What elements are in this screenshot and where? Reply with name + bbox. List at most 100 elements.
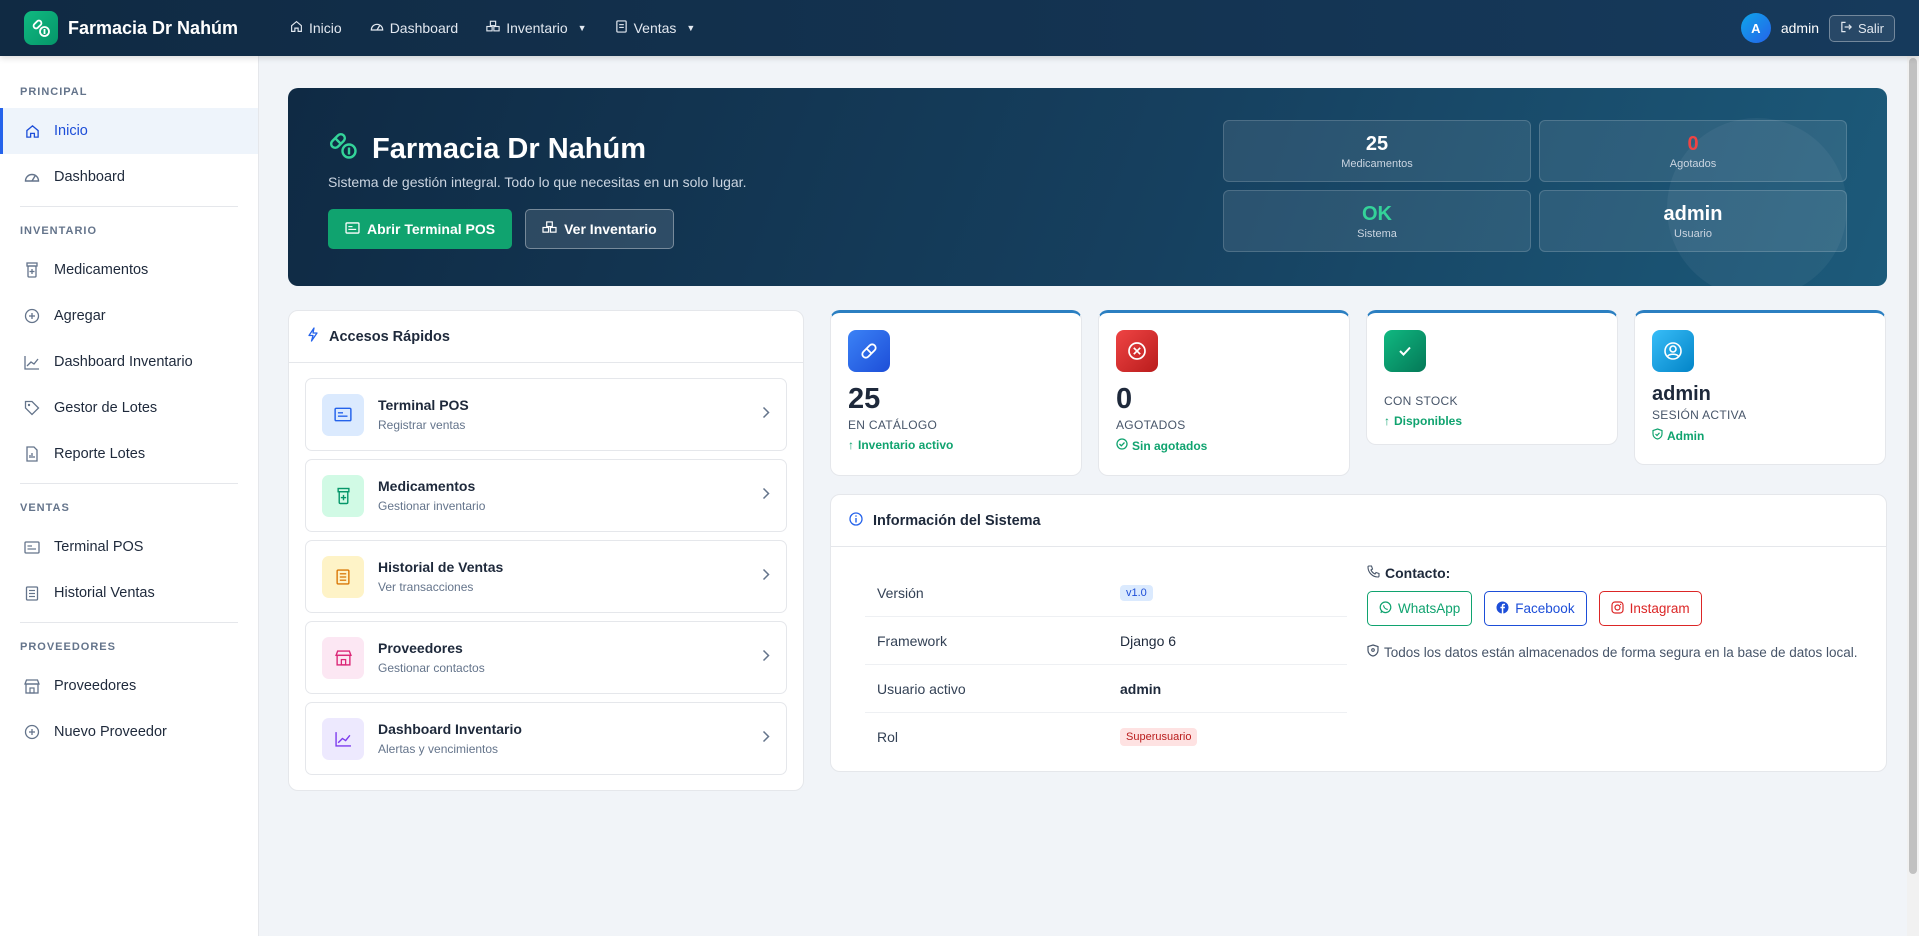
quick-access-title: Accesos Rápidos bbox=[329, 328, 450, 345]
stat-label: CON STOCK bbox=[1384, 394, 1458, 408]
receipt-icon bbox=[615, 20, 628, 36]
table-row: Framework Django 6 bbox=[865, 617, 1347, 665]
shield-icon bbox=[1367, 644, 1379, 660]
sidebar-section-title: INVENTARIO bbox=[20, 225, 98, 237]
stat-label: EN CATÁLOGO bbox=[848, 418, 938, 432]
tag-icon bbox=[24, 400, 40, 416]
quick-item-terminal-pos[interactable]: Terminal POS Registrar ventas bbox=[305, 378, 787, 451]
arrow-up-icon: ↑ bbox=[848, 438, 854, 452]
table-row: Versión v1.0 bbox=[865, 569, 1347, 617]
hero-stat-label: Sistema bbox=[1357, 227, 1397, 240]
shield-check-icon bbox=[1652, 428, 1663, 443]
sidebar-item-dashboard[interactable]: Dashboard bbox=[0, 154, 258, 200]
phone-icon bbox=[1367, 565, 1380, 581]
sidebar-item-medicamentos[interactable]: Medicamentos bbox=[0, 247, 258, 293]
sidebar-section-title: PROVEEDORES bbox=[20, 641, 116, 653]
quick-item-historial-ventas[interactable]: Historial de Ventas Ver transacciones bbox=[305, 540, 787, 613]
sidebar-item-historial-ventas[interactable]: Historial Ventas bbox=[0, 570, 258, 616]
sidebar-item-inicio[interactable]: Inicio bbox=[0, 108, 258, 154]
secure-note: Todos los datos están almacenados de for… bbox=[1367, 644, 1877, 660]
sidebar-item-label: Dashboard bbox=[54, 169, 125, 185]
chevron-right-icon bbox=[762, 730, 770, 748]
stat-card-sesion: admin SESIÓN ACTIVA Admin bbox=[1634, 310, 1886, 465]
whatsapp-label: WhatsApp bbox=[1398, 601, 1461, 616]
row-key: Versión bbox=[877, 584, 924, 601]
file-chart-icon bbox=[24, 446, 40, 462]
hero-stat-value: admin bbox=[1663, 202, 1723, 225]
whatsapp-icon bbox=[1379, 600, 1392, 617]
card-terminal-icon bbox=[24, 539, 40, 555]
x-circle-icon bbox=[1116, 330, 1158, 372]
quick-item-proveedores[interactable]: Proveedores Gestionar contactos bbox=[305, 621, 787, 694]
shop-icon bbox=[24, 678, 40, 694]
quick-item-text: Dashboard Inventario Alertas y vencimien… bbox=[378, 721, 762, 756]
nav-ventas-label: Ventas bbox=[633, 20, 677, 36]
plus-circle-icon bbox=[24, 308, 40, 324]
nav-inicio-label: Inicio bbox=[309, 20, 342, 36]
sidebar-item-agregar[interactable]: Agregar bbox=[0, 293, 258, 339]
sidebar-item-label: Medicamentos bbox=[54, 262, 149, 278]
facebook-button[interactable]: Facebook bbox=[1484, 591, 1587, 626]
sidebar-item-gestor-lotes[interactable]: Gestor de Lotes bbox=[0, 385, 258, 431]
quick-item-medicamentos[interactable]: Medicamentos Gestionar inventario bbox=[305, 459, 787, 532]
page-scrollbar[interactable] bbox=[1907, 56, 1919, 936]
sidebar-divider bbox=[20, 483, 238, 484]
whatsapp-button[interactable]: WhatsApp bbox=[1367, 591, 1473, 626]
sidebar-item-label: Dashboard Inventario bbox=[54, 354, 193, 370]
contact-label-text: Contacto: bbox=[1385, 565, 1451, 581]
avatar[interactable]: A bbox=[1740, 13, 1771, 43]
hero-stat-medicamentos: 25 Medicamentos bbox=[1223, 120, 1531, 182]
boxes-icon bbox=[486, 20, 500, 36]
hero-stat-label: Agotados bbox=[1669, 157, 1717, 170]
quick-item-dashboard-inventario[interactable]: Dashboard Inventario Alertas y vencimien… bbox=[305, 702, 787, 775]
logout-button[interactable]: Salir bbox=[1828, 14, 1895, 42]
role-badge: Superusuario bbox=[1120, 728, 1198, 746]
sidebar: PRINCIPAL Inicio Dashboard INVENTARIO Me… bbox=[0, 56, 259, 936]
system-info-card: Información del Sistema Versión v1.0 Fra… bbox=[830, 494, 1887, 772]
row-value: admin bbox=[1120, 680, 1162, 697]
sidebar-item-label: Historial Ventas bbox=[54, 585, 155, 601]
sidebar-divider bbox=[20, 622, 238, 623]
sidebar-item-reporte-lotes[interactable]: Reporte Lotes bbox=[0, 431, 258, 477]
sidebar-section-title: PRINCIPAL bbox=[20, 86, 88, 98]
sidebar-item-terminal-pos[interactable]: Terminal POS bbox=[0, 524, 258, 570]
stat-card-agotados: 0 AGOTADOS Sin agotados bbox=[1098, 310, 1350, 476]
brand-name: Farmacia Dr Nahúm bbox=[68, 17, 239, 38]
sidebar-item-label: Nuevo Proveedor bbox=[54, 724, 167, 740]
open-pos-button[interactable]: Abrir Terminal POS bbox=[328, 209, 513, 249]
chevron-right-icon bbox=[762, 649, 770, 667]
nav-inicio[interactable]: Inicio bbox=[290, 20, 342, 36]
instagram-button[interactable]: Instagram bbox=[1598, 591, 1702, 626]
nav-dashboard[interactable]: Dashboard bbox=[370, 20, 459, 36]
row-value: Django 6 bbox=[1120, 632, 1177, 649]
sidebar-item-proveedores[interactable]: Proveedores bbox=[0, 663, 258, 709]
hero-stat-label: Medicamentos bbox=[1341, 157, 1413, 170]
row-key: Rol bbox=[877, 729, 899, 745]
nav-dashboard-label: Dashboard bbox=[389, 20, 459, 36]
nav-ventas-dropdown[interactable]: Ventas ▼ bbox=[615, 20, 695, 36]
quick-item-title: Terminal POS bbox=[378, 397, 469, 413]
brand[interactable]: Farmacia Dr Nahúm bbox=[24, 11, 290, 45]
pills-logo-icon bbox=[24, 11, 58, 45]
sidebar-item-nuevo-proveedor[interactable]: Nuevo Proveedor bbox=[0, 709, 258, 755]
stat-foot-text: Inventario activo bbox=[858, 438, 954, 452]
sidebar-item-dashboard-inventario[interactable]: Dashboard Inventario bbox=[0, 339, 258, 385]
sidebar-item-label: Proveedores bbox=[54, 678, 137, 694]
sidebar-item-label: Reporte Lotes bbox=[54, 446, 146, 462]
quick-item-title: Dashboard Inventario bbox=[378, 721, 522, 737]
system-info-title: Información del Sistema bbox=[873, 512, 1041, 529]
info-circle-icon bbox=[849, 511, 863, 530]
quick-item-subtitle: Gestionar contactos bbox=[378, 661, 485, 675]
hero-banner: Farmacia Dr Nahúm Sistema de gestión int… bbox=[288, 88, 1887, 286]
gauge-icon bbox=[24, 169, 40, 185]
chevron-right-icon bbox=[762, 568, 770, 586]
contact-section: Contacto: WhatsApp Facebook Instagram To… bbox=[1367, 565, 1877, 660]
hero-stat-sistema: OK Sistema bbox=[1223, 190, 1531, 252]
scrollbar-thumb[interactable] bbox=[1909, 58, 1917, 874]
check-circle-icon bbox=[1116, 438, 1128, 453]
stat-label: AGOTADOS bbox=[1116, 418, 1186, 432]
facebook-label: Facebook bbox=[1515, 601, 1575, 616]
nav-inventario-dropdown[interactable]: Inventario ▼ bbox=[486, 20, 587, 36]
view-inventory-button[interactable]: Ver Inventario bbox=[525, 209, 674, 249]
quick-item-text: Historial de Ventas Ver transacciones bbox=[378, 559, 762, 594]
